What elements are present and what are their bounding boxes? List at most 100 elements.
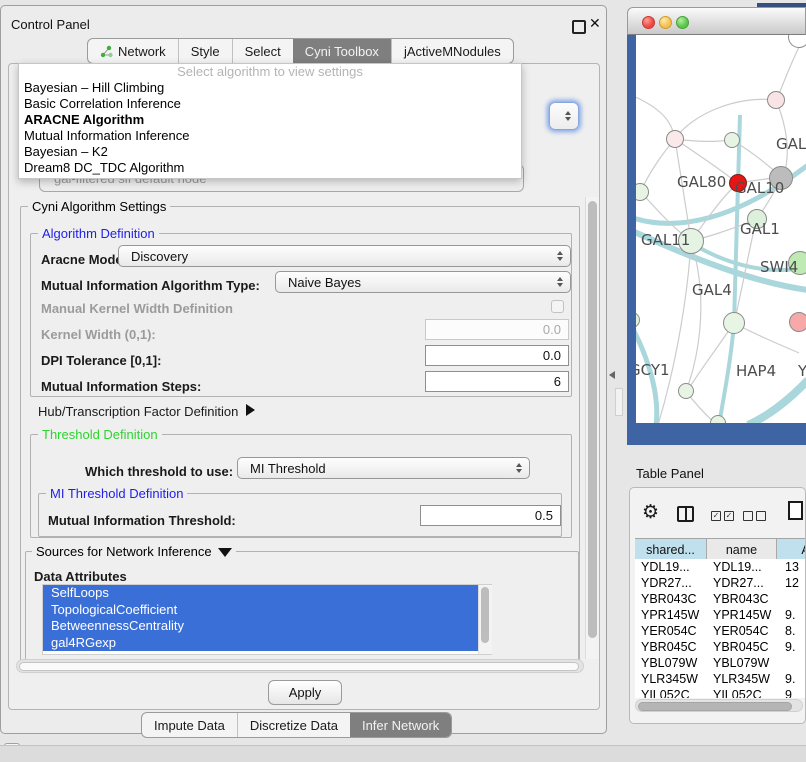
list-item[interactable]: BetweennessCentrality (43, 618, 479, 635)
expand-arrow-icon (246, 404, 255, 416)
settings-scrollbar-thumb[interactable] (588, 201, 597, 638)
aracne-mode-combobox[interactable]: Discovery (118, 245, 571, 267)
cell: YIL052C (707, 688, 777, 698)
network-node[interactable] (723, 312, 745, 334)
unchecked-box-icon (743, 511, 753, 521)
network-node[interactable] (789, 312, 806, 332)
table-row[interactable]: YDL19...YDL19...13 (635, 559, 806, 575)
mutual-information-threshold-value: 0.5 (535, 508, 553, 523)
kernel-width-input[interactable]: 0.0 (425, 319, 569, 340)
panel-resize-arrow-icon[interactable] (609, 371, 615, 379)
settings-hscrollbar-thumb[interactable] (19, 662, 579, 671)
attributes-list-scrollbar-thumb[interactable] (481, 587, 489, 643)
dropdown-item[interactable]: Mutual Information Inference (19, 128, 521, 144)
select-all-columns-icon[interactable]: ✓ ✓ (711, 511, 734, 521)
tab-select[interactable]: Select (232, 39, 293, 63)
settings-scrollbar[interactable] (585, 197, 599, 659)
dropdown-item[interactable]: Dream8 DC_TDC Algorithm (19, 160, 521, 176)
tab-discretize-data-label: Discretize Data (250, 718, 338, 733)
mi-algorithm-type-combobox[interactable]: Naive Bayes (275, 271, 571, 293)
network-node[interactable] (724, 132, 740, 148)
dpi-tolerance-label: DPI Tolerance [0,1]: (41, 353, 161, 368)
hub-definition-toggle[interactable]: Hub/Transcription Factor Definition (38, 404, 255, 419)
settings-hscrollbar[interactable] (16, 659, 584, 673)
apply-button[interactable]: Apply (268, 680, 342, 705)
table-row[interactable]: YIL052CYIL052C9 (635, 687, 806, 698)
column-header[interactable]: name (707, 539, 777, 560)
tab-infer-network-label: Infer Network (362, 718, 439, 733)
cell: YER054C (635, 624, 707, 638)
tab-discretize-data[interactable]: Discretize Data (237, 713, 350, 737)
table-panel: ⚙ ✓ ✓ shared... name A YDL19...YDL19...1… (629, 487, 806, 724)
list-item[interactable]: gal4RGexp (43, 635, 479, 652)
node-label: GAL80 (677, 173, 726, 191)
tab-jactivemnodules[interactable]: jActiveMNodules (391, 39, 513, 63)
cell: YLR345W (707, 672, 777, 686)
node-label: SWI4 (760, 258, 798, 276)
table-header-row: shared... name A (635, 538, 806, 561)
tab-impute-data[interactable]: Impute Data (142, 713, 237, 737)
which-threshold-label: Which threshold to use: (85, 464, 233, 479)
network-window-titlebar[interactable] (627, 7, 806, 35)
network-node[interactable] (767, 91, 785, 109)
tab-network[interactable]: Network (88, 39, 178, 63)
close-traffic-light[interactable] (642, 16, 655, 29)
export-table-icon[interactable] (788, 501, 803, 520)
tab-cyni-toolbox[interactable]: Cyni Toolbox (293, 39, 391, 63)
control-panel-title: Control Panel (11, 17, 90, 32)
columns-icon[interactable] (677, 506, 694, 522)
list-item[interactable]: SelfLoops (43, 585, 479, 602)
table-row[interactable]: YDR27...YDR27...12 (635, 575, 806, 591)
list-item[interactable]: TopologicalCoefficient (43, 602, 479, 619)
cell: 12 (777, 576, 806, 590)
table-hscrollbar[interactable] (635, 699, 803, 712)
attributes-list-scrollbar[interactable] (478, 585, 492, 654)
tab-style[interactable]: Style (178, 39, 232, 63)
dpi-tolerance-input[interactable]: 0.0 (425, 345, 569, 366)
table-row[interactable]: YPR145WYPR145W9. (635, 607, 806, 623)
status-strip (0, 745, 806, 762)
manual-kernel-width-checkbox[interactable] (551, 300, 564, 313)
network-node[interactable] (678, 383, 694, 399)
tab-infer-network[interactable]: Infer Network (350, 713, 451, 737)
table-row[interactable]: YBL079WYBL079W (635, 655, 806, 671)
unchecked-box-icon (756, 511, 766, 521)
column-header[interactable]: A (777, 539, 806, 560)
sources-toggle[interactable]: Sources for Network Inference (32, 544, 236, 559)
mi-steps-value: 6 (554, 374, 561, 389)
close-icon[interactable]: ✕ (589, 15, 601, 32)
tab-select-label: Select (245, 44, 281, 59)
apply-button-label: Apply (289, 685, 322, 700)
table-hscrollbar-thumb[interactable] (638, 702, 792, 711)
panel-resize-handle[interactable] (615, 388, 623, 416)
mutual-information-threshold-input[interactable]: 0.5 (420, 505, 561, 526)
dropdown-item[interactable]: Basic Correlation Inference (19, 96, 521, 112)
dropdown-item[interactable]: Bayesian – K2 (19, 144, 521, 160)
table-row[interactable]: YBR045CYBR045C9. (635, 639, 806, 655)
dpi-tolerance-value: 0.0 (543, 348, 561, 363)
algorithm-combobox-fragment[interactable] (549, 102, 579, 130)
stepper-arrows-icon (557, 277, 563, 287)
cell: YER054C (707, 624, 777, 638)
table-row[interactable]: YER054CYER054C8. (635, 623, 806, 639)
mi-steps-input[interactable]: 6 (425, 371, 569, 392)
dropdown-item[interactable]: Bayesian – Hill Climbing (19, 80, 521, 96)
table-panel-title: Table Panel (636, 466, 704, 481)
which-threshold-combobox[interactable]: MI Threshold (237, 457, 530, 479)
column-header[interactable]: shared... (635, 539, 707, 560)
cyni-bottom-tabbar: Impute Data Discretize Data Infer Networ… (141, 712, 452, 738)
dropdown-item-selected[interactable]: ARACNE Algorithm (19, 112, 521, 128)
zoom-traffic-light[interactable] (676, 16, 689, 29)
network-canvas[interactable]: GAL80 GAL10 GAL1 GAL11 SWI4 GAL4 GAL7 GC… (636, 35, 806, 423)
minimize-traffic-light[interactable] (659, 16, 672, 29)
mi-algorithm-type-value: Naive Bayes (288, 275, 361, 290)
tab-style-label: Style (191, 44, 220, 59)
gear-icon[interactable]: ⚙ (642, 503, 659, 522)
cell: YDL19... (635, 560, 707, 574)
table-row[interactable]: YLR345WYLR345W9. (635, 671, 806, 687)
float-window-icon[interactable] (572, 20, 586, 34)
node-label: HAP4 (736, 362, 776, 380)
network-node[interactable] (666, 130, 684, 148)
deselect-all-columns-icon[interactable] (743, 511, 766, 521)
table-row[interactable]: YBR043CYBR043C (635, 591, 806, 607)
